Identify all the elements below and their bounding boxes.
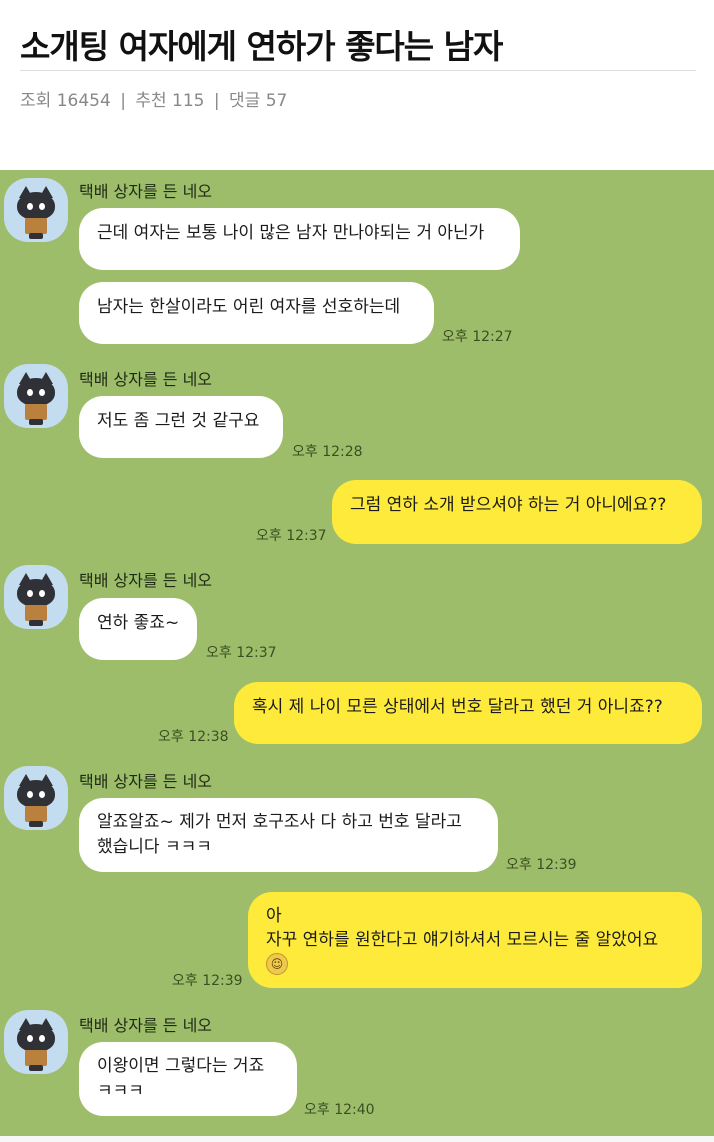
sender-name: 택배 상자를 든 네오 bbox=[79, 772, 213, 791]
message-time: 오후 12:39 bbox=[506, 857, 577, 873]
sender-name: 택배 상자를 든 네오 bbox=[79, 370, 213, 389]
message-bubble-incoming: 알죠알죠~ 제가 먼저 호구조사 다 하고 번호 달라고 했습니다 ㅋㅋㅋ bbox=[79, 798, 498, 872]
post-title: 소개팅 여자에게 연하가 좋다는 남자 bbox=[20, 27, 503, 66]
message-time: 오후 12:27 bbox=[442, 329, 513, 345]
message-time: 오후 12:28 bbox=[292, 444, 363, 460]
message-bubble-outgoing: 아 자꾸 연하를 원한다고 얘기하셔서 모르시는 줄 알았어요 ☺ bbox=[248, 892, 702, 988]
sender-name: 택배 상자를 든 네오 bbox=[79, 571, 213, 590]
views-count: 16454 bbox=[56, 91, 111, 111]
sender-avatar bbox=[4, 1010, 68, 1074]
message-line: 이왕이면 그렇다는 거죠 bbox=[97, 1056, 265, 1076]
message-time: 오후 12:39 bbox=[172, 973, 243, 989]
message-bubble-incoming: 연하 좋죠~ bbox=[79, 598, 197, 660]
message-bubble-incoming: 이왕이면 그렇다는 거죠 ㅋㅋㅋ bbox=[79, 1042, 297, 1116]
message-bubble-outgoing: 혹시 제 나이 모른 상태에서 번호 달라고 했던 거 아니죠?? bbox=[234, 682, 702, 744]
sender-avatar bbox=[4, 766, 68, 830]
message-bubble-incoming: 저도 좀 그런 것 같구요 bbox=[79, 396, 283, 458]
message-line: ㅋㅋㅋ bbox=[97, 1081, 144, 1101]
likes-label: 추천 bbox=[135, 91, 167, 111]
image-bottom-border bbox=[0, 1136, 714, 1142]
smiling-face-icon: ☺ bbox=[266, 953, 288, 975]
comments-count: 57 bbox=[265, 91, 288, 111]
likes-count: 115 bbox=[172, 91, 205, 111]
message-time: 오후 12:40 bbox=[304, 1102, 375, 1118]
post-stats: 조회 16454 | 추천 115 | 댓글 57 bbox=[20, 86, 287, 111]
message-time: 오후 12:37 bbox=[206, 645, 277, 661]
sender-name: 택배 상자를 든 네오 bbox=[79, 1016, 213, 1035]
chat-screenshot: 택배 상자를 든 네오 근데 여자는 보통 나이 많은 남자 만나야되는 거 아… bbox=[0, 170, 714, 1137]
comments-label: 댓글 bbox=[229, 91, 261, 111]
views-label: 조회 bbox=[20, 91, 52, 111]
message-line: 자꾸 연하를 원한다고 얘기하셔서 모르시는 줄 알았어요 bbox=[266, 930, 659, 950]
stats-separator: | bbox=[120, 91, 126, 111]
message-time: 오후 12:37 bbox=[256, 528, 327, 544]
message-bubble-incoming: 남자는 한살이라도 어린 여자를 선호하는데 bbox=[79, 282, 434, 344]
message-bubble-incoming: 근데 여자는 보통 나이 많은 남자 만나야되는 거 아닌가 bbox=[79, 208, 520, 270]
message-line: 했습니다 ㅋㅋㅋ bbox=[97, 837, 212, 857]
sender-avatar bbox=[4, 565, 68, 629]
message-time: 오후 12:38 bbox=[158, 729, 229, 745]
sender-avatar bbox=[4, 178, 68, 242]
message-bubble-outgoing: 그럼 연하 소개 받으셔야 하는 거 아니에요?? bbox=[332, 480, 702, 544]
sender-avatar bbox=[4, 364, 68, 428]
sender-name: 택배 상자를 든 네오 bbox=[79, 182, 213, 201]
title-divider bbox=[20, 70, 696, 71]
message-line: 아 bbox=[266, 906, 282, 926]
stats-separator: | bbox=[213, 91, 220, 111]
message-line: 알죠알죠~ 제가 먼저 호구조사 다 하고 번호 달라고 bbox=[97, 812, 462, 832]
